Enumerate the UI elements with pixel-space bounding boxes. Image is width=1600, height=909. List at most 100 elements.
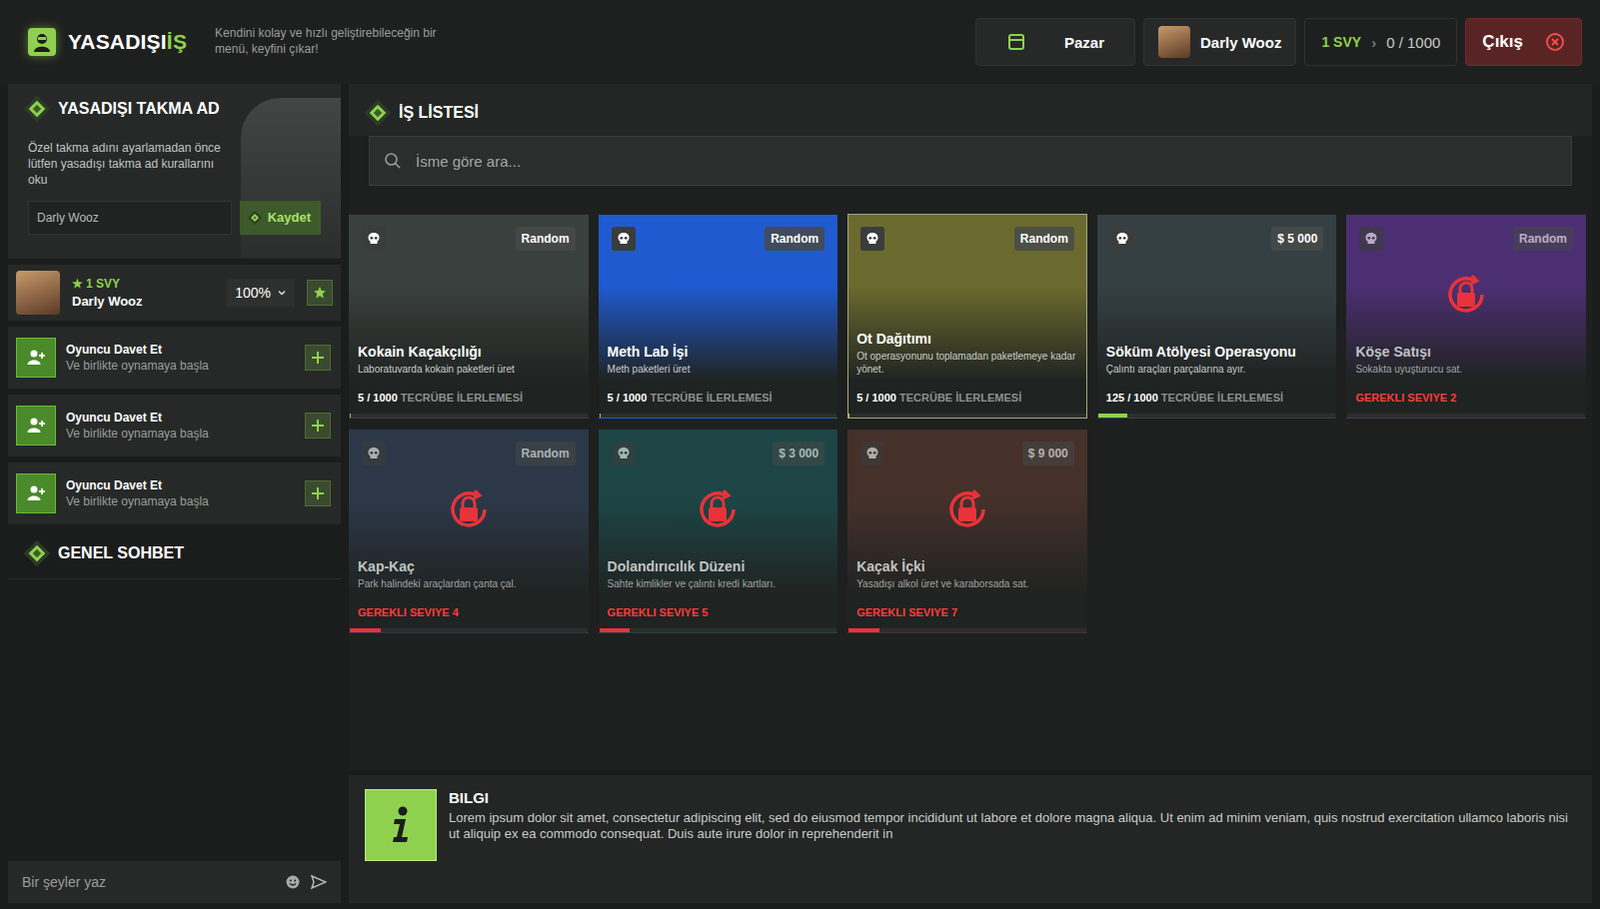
progress-bar [599, 413, 838, 418]
progress-fill [349, 413, 351, 418]
job-tag: Random [1513, 226, 1574, 251]
job-card-content: Meth Lab İşi Meth paketleri üret 5 / 1000 … [599, 343, 838, 414]
job-progress: 5 / 1000 TECRÜBE İLERLEMESİ [607, 391, 830, 404]
skull-icon [611, 441, 636, 466]
skull-icon [611, 226, 636, 251]
job-card[interactable]: RandomKokain KaçakçılığıLaboratuvarda ko… [348, 213, 589, 419]
user-button[interactable]: Darly Wooz [1143, 17, 1297, 66]
job-card[interactable]: Random Köşe Satışı Sokakta uyuşturucu sat.… [1346, 213, 1587, 419]
app: YASADIŞIİŞKendini kolay ve hızlı gelişti… [0, 0, 1600, 909]
job-tag: Random [1014, 226, 1075, 251]
job-card[interactable]: $ 9 000 Kaçak İçkiYasadışı alkol üret ve … [847, 428, 1088, 634]
skull-icon [361, 226, 386, 251]
plus-icon [310, 486, 325, 501]
invite-row: Oyuncu Davet EtVe birlikte oynamaya başl… [7, 326, 341, 389]
volume-select[interactable]: 100% [226, 278, 295, 307]
progress-bar [349, 413, 588, 418]
diamond-icon [364, 99, 390, 125]
brand: YASADIŞIİŞKendini kolay ve hızlı gelişti… [27, 25, 455, 57]
diamond-icon [23, 540, 49, 566]
invite-button[interactable] [304, 412, 331, 439]
job-tag: Random [515, 441, 576, 466]
job-description: Meth paketleri üret [607, 362, 830, 376]
header-actions: PazarDarly Wooz1 SVY›0 / 1000Çıkış [975, 17, 1583, 66]
invite-button[interactable] [304, 480, 331, 507]
send-icon[interactable] [310, 874, 327, 891]
job-card-content: Kokain Kaçakçılığı Laboratuvarda kokain p… [349, 343, 588, 414]
job-tag: $ 9 000 [1022, 441, 1075, 466]
subtitle: Kendini kolay ve hızlı geliştirebileceği… [214, 25, 455, 57]
store-icon [1006, 31, 1027, 52]
header: YASADIŞIİŞKendini kolay ve hızlı gelişti… [0, 0, 1600, 84]
progress-bar [1098, 413, 1337, 418]
progress-bar [349, 628, 588, 633]
lock-icon [943, 485, 992, 538]
favorite-button[interactable] [306, 279, 333, 306]
close-circle-icon [1545, 31, 1566, 52]
star-icon: ★ [71, 276, 83, 291]
market-button[interactable]: Pazar [975, 17, 1136, 66]
job-description: Sokakta uyuşturucu sat. [1355, 362, 1578, 376]
skull-icon [1359, 226, 1384, 251]
add-user-icon [15, 405, 56, 446]
star-icon [312, 285, 327, 300]
search-input[interactable]: İsme göre ara... [368, 135, 1573, 186]
job-list-panel: İŞ LİSTESİİsme göre ara...RandomKokain K… [348, 83, 1593, 770]
job-title: Meth Lab İşi [607, 343, 830, 360]
invite-row: Oyuncu Davet EtVe birlikte oynamaya başl… [7, 462, 341, 525]
player-row: ★1 SVYDarly Wooz100% [7, 264, 341, 321]
exit-button[interactable]: Çıkış [1465, 17, 1583, 66]
invite-text: Oyuncu Davet EtVe birlikte oynamaya başl… [65, 410, 295, 441]
invite-subtitle: Ve birlikte oynamaya başla [65, 358, 295, 373]
progress-fill [599, 628, 631, 633]
nickname-panel: YASADIŞI TAKMA ADÖzel takma adını ayarla… [7, 83, 341, 259]
job-title: Köşe Satışı [1355, 343, 1578, 360]
job-card[interactable]: RandomOt DağıtımıOt operasyonunu toplama… [847, 213, 1088, 419]
add-user-icon [15, 473, 56, 514]
job-title: Söküm Atölyesi Operasyonu [1106, 343, 1329, 360]
level-box: 1 SVY›0 / 1000 [1304, 17, 1458, 66]
plus-icon [310, 350, 325, 365]
progress-fill [848, 413, 850, 418]
required-level: GEREKLI SEVIYE 4 [357, 606, 580, 619]
invite-row: Oyuncu Davet EtVe birlikte oynamaya başl… [7, 394, 341, 457]
job-description: Laboratuvarda kokain paketleri üret [357, 362, 580, 376]
job-card[interactable]: Random Kap-KaçPark halindeki araçlardan ç… [348, 428, 589, 634]
job-progress: 5 / 1000 TECRÜBE İLERLEMESİ [357, 391, 580, 404]
chat-input[interactable]: Bir şeyler yaz [7, 861, 341, 904]
nickname-form: Darly WoozKaydet [27, 200, 321, 235]
job-card-content: Kaçak İçkiYasadışı alkol üret ve karabor… [848, 558, 1087, 629]
invite-button[interactable] [304, 344, 331, 371]
add-user-icon [15, 337, 56, 378]
emoji-icon[interactable] [284, 874, 301, 891]
body: YASADIŞI TAKMA ADÖzel takma adını ayarla… [0, 83, 1600, 909]
invite-text: Oyuncu Davet EtVe birlikte oynamaya başl… [65, 478, 295, 509]
invite-text: Oyuncu Davet EtVe birlikte oynamaya başl… [65, 342, 295, 373]
invite-subtitle: Ve birlikte oynamaya başla [65, 494, 295, 509]
info-title: BILGI [448, 789, 1573, 807]
job-card-content: Dolandırıcılık DüzeniSahte kimlikler ve … [599, 558, 838, 629]
required-level: GEREKLI SEVIYE 2 [1355, 391, 1578, 404]
logo-icon [27, 27, 56, 56]
job-progress: 125 / 1000 TECRÜBE İLERLEMESİ [1106, 391, 1329, 404]
job-title: Ot Dağıtımı [856, 330, 1079, 347]
job-progress: 5 / 1000 TECRÜBE İLERLEMESİ [856, 391, 1079, 404]
job-title: Kokain Kaçakçılığı [357, 343, 580, 360]
info-icon [364, 789, 437, 862]
lock-icon [1442, 270, 1491, 323]
job-card[interactable]: Random Meth Lab İşi Meth paketleri üret 5 /… [598, 213, 839, 419]
progress-fill [848, 628, 880, 633]
chat-messages [7, 579, 341, 862]
job-card[interactable]: $ 5 000Söküm Atölyesi OperasyonuÇalıntı … [1097, 213, 1338, 419]
save-button[interactable]: Kaydet [239, 200, 321, 235]
job-tag: Random [764, 226, 825, 251]
nickname-input[interactable]: Darly Wooz [27, 200, 232, 235]
job-grid: Random Kokain Kaçakçılığı Laboratuvarda ko… [348, 185, 1593, 634]
job-title: Dolandırıcılık Düzeni [607, 558, 830, 575]
job-description: Çalıntı araçları parçalarına ayır. [1106, 362, 1329, 376]
job-card[interactable]: $ 3 000Dolandırıcılık DüzeniSahte kimlik… [598, 428, 839, 634]
search-icon [383, 151, 402, 170]
skull-icon [1110, 226, 1135, 251]
job-title: Kaçak İçki [856, 558, 1079, 575]
job-card-content: Kap-KaçPark halindeki araçlardan çanta ç… [349, 558, 588, 629]
